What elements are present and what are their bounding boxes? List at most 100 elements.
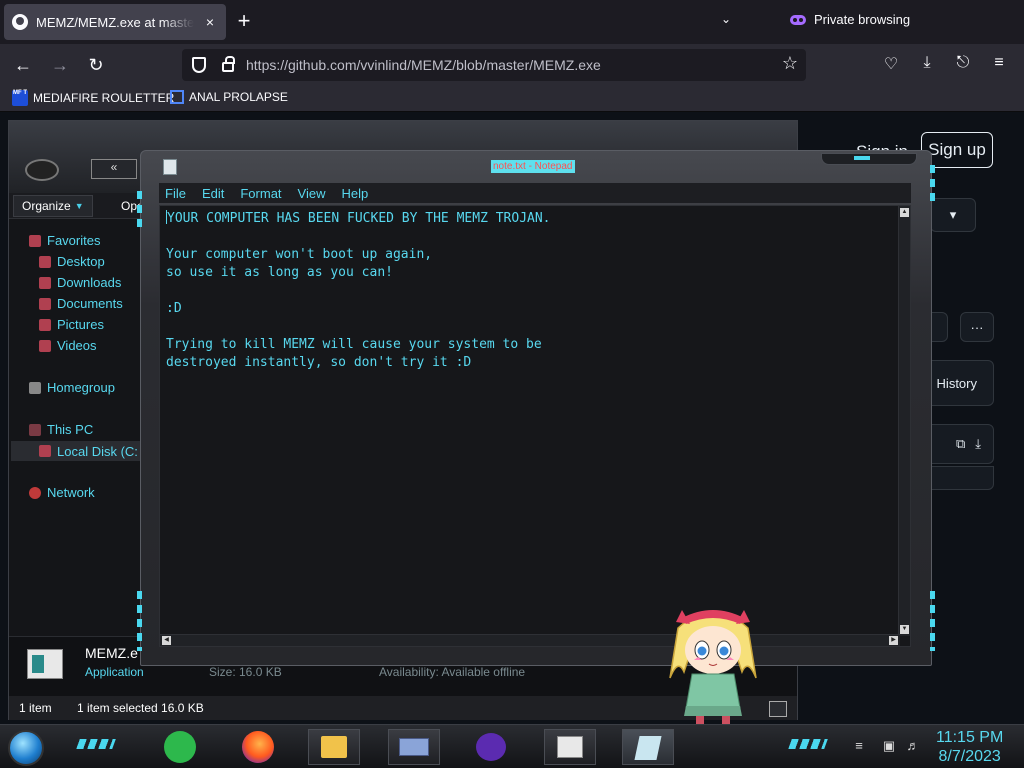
- forward-button[interactable]: →: [47, 52, 73, 78]
- firefox-icon[interactable]: [242, 731, 274, 763]
- screen: MEMZ/MEMZ.exe at master · vvinlind/MEMZ …: [0, 0, 1024, 768]
- item-count: 1 item: [19, 701, 52, 715]
- download-icon[interactable]: ⤓: [975, 436, 981, 452]
- reload-button[interactable]: ↻: [83, 52, 109, 78]
- close-tab-icon[interactable]: ×: [202, 14, 218, 30]
- clock[interactable]: 11:15 PM 8/7/2023: [936, 728, 1003, 766]
- close-button[interactable]: [821, 153, 917, 165]
- menu-help[interactable]: Help: [341, 186, 368, 201]
- favorites-icon: [29, 234, 41, 247]
- extensions-icon[interactable]: ⎋: [952, 54, 974, 76]
- copy-icon[interactable]: ⧉: [956, 436, 965, 452]
- network-tray-icon[interactable]: ▣: [882, 739, 896, 753]
- editor-content[interactable]: YOUR COMPUTER HAS BEEN FUCKED BY THE MEM…: [166, 210, 551, 372]
- nav-favorites[interactable]: Favorites: [29, 233, 100, 248]
- explorer-orb-icon: [25, 159, 59, 181]
- pocket-icon[interactable]: ♡: [880, 54, 902, 76]
- url-host: https://github.com: [246, 57, 357, 73]
- clock-time: 11:15 PM: [936, 729, 1004, 746]
- bookmark-star-icon[interactable]: ☆: [782, 53, 798, 74]
- folder-icon: [321, 736, 347, 758]
- horizontal-scrollbar[interactable]: ◀ ▶: [160, 634, 900, 646]
- nav-local-disk[interactable]: Local Disk (C:: [11, 441, 143, 461]
- organize-button[interactable]: Organize ▼: [13, 195, 93, 217]
- frame-glow-left-top: [137, 191, 142, 231]
- list-all-tabs-icon[interactable]: ⌄: [716, 12, 736, 32]
- scroll-up-icon[interactable]: ▲: [900, 208, 909, 217]
- nav-videos[interactable]: Videos: [39, 338, 97, 353]
- explorer-back-button[interactable]: «: [91, 159, 137, 179]
- bookmark-mediafire-rouletter[interactable]: MF T MEDIAFIRE ROULETTER: [12, 90, 174, 106]
- menu-file[interactable]: File: [165, 186, 186, 201]
- homegroup-icon: [29, 381, 41, 394]
- url-path: /vvinlind/MEMZ/blob/master/MEMZ.exe: [356, 57, 601, 73]
- green-app-icon[interactable]: [164, 731, 196, 763]
- sigma-icon: [170, 90, 184, 104]
- file-availability: Availability: Available offline: [379, 665, 526, 679]
- taskbar: ≡ ▣ ♬ 11:15 PM 8/7/2023: [0, 724, 1024, 768]
- menu-bar: File Edit Format View Help: [159, 183, 911, 203]
- downloads-folder-icon: [39, 276, 51, 289]
- mediafire-icon: MF T: [12, 90, 28, 106]
- app-menu-icon[interactable]: ≡: [988, 54, 1010, 76]
- bookmark-label: ANAL PROLAPSE: [189, 90, 288, 104]
- start-orb-icon[interactable]: [8, 730, 44, 766]
- tracking-protection-shield-icon[interactable]: [192, 57, 206, 73]
- nav-downloads[interactable]: Downloads: [39, 275, 121, 290]
- this-pc-icon: [29, 423, 41, 436]
- memz-taskbar-button[interactable]: [544, 729, 596, 765]
- nav-label: This PC: [47, 422, 94, 437]
- volume-icon[interactable]: ♬: [906, 739, 920, 753]
- desktop-icon: [39, 255, 51, 268]
- nav-network[interactable]: Network: [29, 485, 95, 500]
- private-window-taskbar-button[interactable]: [466, 729, 518, 765]
- nav-label: Videos: [57, 338, 97, 353]
- nav-pictures[interactable]: Pictures: [39, 317, 104, 332]
- more-options-button[interactable]: ···: [960, 312, 994, 342]
- file-explorer-taskbar-button[interactable]: [308, 729, 360, 765]
- frame-glow-left-bottom: [137, 591, 142, 651]
- chevron-down-icon: ▼: [74, 201, 84, 211]
- selection-info: 1 item selected 16.0 KB: [77, 701, 204, 715]
- tab-github-memz[interactable]: MEMZ/MEMZ.exe at master · vvinlind/MEMZ …: [4, 4, 226, 40]
- line-1: YOUR COMPUTER HAS BEEN FUCKED BY THE MEM…: [167, 211, 551, 226]
- show-hidden-icons-icon[interactable]: ≡: [852, 739, 866, 753]
- nav-homegroup[interactable]: Homegroup: [29, 380, 115, 395]
- memz-app-icon: [557, 736, 583, 758]
- downloads-icon[interactable]: ⤓: [916, 54, 938, 76]
- branch-dropdown[interactable]: ▾: [930, 198, 976, 232]
- file-thumbnail-icon: [27, 649, 63, 679]
- line-9: destroyed instantly, so don't try it :D: [166, 355, 472, 370]
- nav-label: Desktop: [57, 254, 105, 269]
- text-editor[interactable]: YOUR COMPUTER HAS BEEN FUCKED BY THE MEM…: [159, 205, 911, 647]
- nav-label: Pictures: [57, 317, 104, 332]
- notepad-taskbar-button[interactable]: [622, 729, 674, 765]
- vertical-scrollbar[interactable]: ▲ ▼: [898, 206, 910, 636]
- line-6: :D: [166, 301, 182, 316]
- nav-label: Downloads: [57, 275, 122, 290]
- local-disk-icon: [39, 445, 51, 457]
- menu-edit[interactable]: Edit: [202, 186, 224, 201]
- control-panel-taskbar-button[interactable]: [388, 729, 440, 765]
- back-button[interactable]: ←: [10, 52, 36, 78]
- url-text[interactable]: https://github.com/vvinlind/MEMZ/blob/ma…: [246, 57, 601, 73]
- history-label: History: [936, 375, 977, 391]
- nav-documents[interactable]: Documents: [39, 296, 123, 311]
- private-mask-icon: [790, 14, 806, 25]
- clock-date: 8/7/2023: [938, 748, 1001, 765]
- scroll-right-icon[interactable]: ▶: [889, 636, 898, 645]
- scroll-left-icon[interactable]: ◀: [162, 636, 171, 645]
- bookmark-anal-prolapse[interactable]: ANAL PROLAPSE: [170, 90, 288, 104]
- menu-view[interactable]: View: [298, 186, 326, 201]
- nav-this-pc[interactable]: This PC: [29, 422, 93, 437]
- menu-format[interactable]: Format: [240, 186, 281, 201]
- site-lock-icon[interactable]: [222, 56, 235, 72]
- address-bar[interactable]: https://github.com/vvinlind/MEMZ/blob/ma…: [182, 49, 806, 81]
- private-browsing-icon: [476, 733, 506, 761]
- notepad-titlebar[interactable]: note.txt - Notepad: [141, 151, 931, 185]
- scroll-down-icon[interactable]: ▼: [900, 625, 909, 634]
- new-tab-button[interactable]: +: [232, 10, 256, 34]
- frame-glow-right-top: [930, 165, 935, 205]
- nav-desktop[interactable]: Desktop: [39, 254, 105, 269]
- details-view-icon[interactable]: [769, 701, 787, 717]
